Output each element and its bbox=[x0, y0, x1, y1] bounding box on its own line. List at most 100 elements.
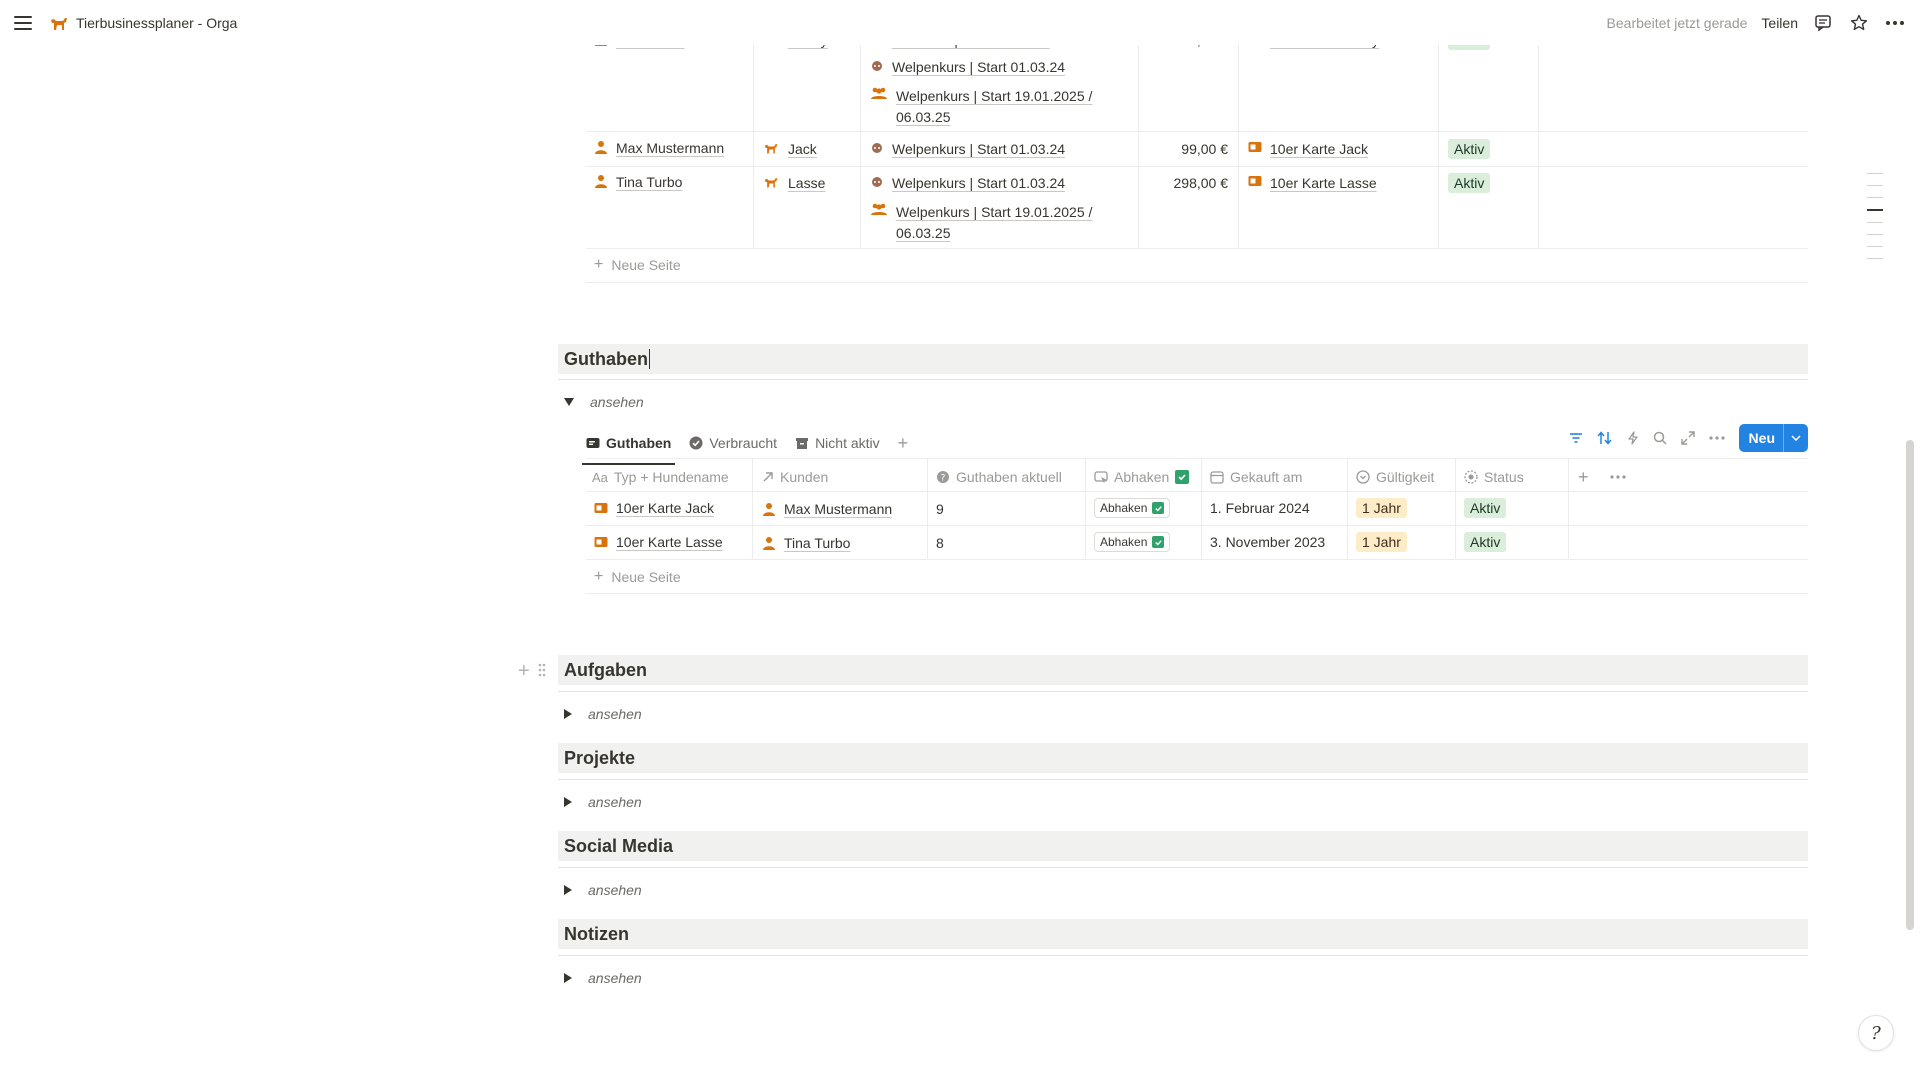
toggle-aufgaben[interactable]: ansehen bbox=[564, 706, 642, 722]
breadcrumb-title[interactable]: Tierbusinessplaner - Orga bbox=[76, 15, 237, 31]
add-column-button[interactable]: + bbox=[1578, 462, 1589, 492]
heading-aufgaben[interactable]: Aufgaben bbox=[558, 655, 1808, 685]
course-cell[interactable]: Welpenkurs | Start 01.03.24 bbox=[870, 141, 1065, 157]
card-title[interactable]: 10er Karte Lasse bbox=[616, 534, 723, 550]
add-view-button[interactable]: + bbox=[898, 428, 909, 458]
heading-text[interactable]: Notizen bbox=[564, 924, 629, 945]
dog-name[interactable]: Jack bbox=[788, 141, 817, 157]
abhaken-label: Abhaken bbox=[1100, 535, 1148, 549]
toc-line-current[interactable] bbox=[1867, 209, 1883, 211]
validity-cell: 1 Jahr bbox=[1356, 492, 1407, 524]
toggle-closed-icon[interactable] bbox=[564, 709, 572, 719]
col-header-gekauft[interactable]: Gekauft am bbox=[1210, 462, 1302, 492]
drag-handle-icon[interactable] bbox=[538, 663, 546, 680]
more-icon[interactable] bbox=[1708, 436, 1725, 440]
block-handle[interactable]: + bbox=[518, 660, 546, 683]
heading-guthaben[interactable]: Guthaben bbox=[558, 344, 1808, 374]
toggle-projekte[interactable]: ansehen bbox=[564, 794, 642, 810]
toc-line[interactable] bbox=[1867, 222, 1883, 223]
course-link[interactable]: Welpenkurs | Start 01.03.24 bbox=[892, 59, 1065, 75]
help-button[interactable]: ? bbox=[1858, 1015, 1894, 1051]
heading-text[interactable]: Aufgaben bbox=[564, 660, 647, 681]
dog-cell[interactable]: Lasse bbox=[762, 175, 825, 191]
col-header-guthaben[interactable]: ? Guthaben aktuell bbox=[936, 462, 1062, 492]
customer-name[interactable]: Tina Turbo bbox=[616, 174, 682, 190]
toggle-social-media[interactable]: ansehen bbox=[564, 882, 642, 898]
star-icon[interactable] bbox=[1848, 12, 1870, 34]
toggle-closed-icon[interactable] bbox=[564, 885, 572, 895]
col-header-kunden[interactable]: Kunden bbox=[762, 462, 828, 492]
expand-icon[interactable] bbox=[1680, 431, 1695, 445]
col-header-abhaken[interactable]: Abhaken bbox=[1094, 462, 1190, 492]
customer-name[interactable]: Tina Turbo bbox=[784, 535, 850, 551]
card-cell[interactable]: 10er Karte Lasse bbox=[1248, 175, 1377, 191]
toc-line[interactable] bbox=[1867, 185, 1883, 186]
col-header-gueltigkeit[interactable]: Gültigkeit bbox=[1356, 462, 1434, 492]
more-icon[interactable] bbox=[1884, 12, 1906, 34]
course-cell[interactable]: Welpenkurs | Start 01.03.24 bbox=[870, 59, 1065, 75]
heading-text[interactable]: Guthaben bbox=[564, 349, 648, 370]
heading-notizen[interactable]: Notizen bbox=[558, 919, 1808, 949]
customer-name[interactable]: Max Mustermann bbox=[616, 140, 724, 156]
toc-line[interactable] bbox=[1867, 258, 1883, 259]
menu-icon[interactable] bbox=[14, 15, 32, 30]
abhaken-button[interactable]: Abhaken bbox=[1094, 532, 1171, 552]
course-cell[interactable]: Welpenkurs | Start 19.01.2025 / 06.03.25 bbox=[870, 202, 1125, 244]
toc-line[interactable] bbox=[1867, 197, 1883, 198]
new-page-button[interactable]: + Neue Seite bbox=[594, 256, 681, 274]
card-title[interactable]: 10er Karte Jack bbox=[616, 500, 714, 516]
toc-line[interactable] bbox=[1867, 246, 1883, 247]
customer-name[interactable]: Max Mustermann bbox=[784, 501, 892, 517]
heading-text[interactable]: Projekte bbox=[564, 748, 635, 769]
lightning-icon[interactable] bbox=[1627, 431, 1639, 445]
table-row[interactable]: 10er Karte Jack bbox=[594, 492, 714, 524]
share-button[interactable]: Teilen bbox=[1761, 15, 1798, 31]
card-link[interactable]: 10er Karte Jack bbox=[1270, 141, 1368, 157]
col-header-typ[interactable]: Aa Typ + Hundename bbox=[592, 462, 729, 492]
heading-text[interactable]: Social Media bbox=[564, 836, 673, 857]
course-link[interactable]: Welpenkurs | Start 01.03.24 bbox=[892, 141, 1065, 157]
tab-verbraucht[interactable]: Verbraucht bbox=[689, 428, 777, 458]
customer-cell[interactable]: Max Mustermann bbox=[762, 493, 892, 525]
toggle-guthaben[interactable]: ansehen bbox=[564, 394, 644, 410]
table-row[interactable]: 10er Karte Lasse bbox=[594, 526, 723, 558]
scrollbar-thumb[interactable] bbox=[1906, 440, 1914, 930]
col-header-status[interactable]: Status bbox=[1464, 462, 1524, 492]
table-row[interactable]: Tina Turbo bbox=[594, 174, 682, 190]
chevron-down-icon[interactable] bbox=[1783, 424, 1808, 452]
course-link[interactable]: Welpenkurs | Start 19.01.2025 / 06.03.25 bbox=[896, 86, 1125, 128]
col-divider bbox=[753, 38, 754, 248]
toggle-closed-icon[interactable] bbox=[564, 973, 572, 983]
table-of-contents[interactable] bbox=[1867, 173, 1883, 259]
column-options-button[interactable] bbox=[1610, 462, 1626, 492]
new-entry-button[interactable]: Neu bbox=[1738, 424, 1808, 452]
filter-icon[interactable] bbox=[1569, 432, 1583, 444]
new-entry-label[interactable]: Neu bbox=[1739, 424, 1783, 452]
heading-social-media[interactable]: Social Media bbox=[558, 831, 1808, 861]
course-cell[interactable]: Welpenkurs | Start 19.01.2025 / 06.03.25 bbox=[870, 86, 1125, 128]
plus-icon[interactable]: + bbox=[518, 660, 530, 683]
tab-guthaben[interactable]: Guthaben bbox=[581, 428, 676, 465]
new-page-button[interactable]: + Neue Seite bbox=[594, 568, 681, 586]
table-row[interactable]: Max Mustermann bbox=[594, 140, 724, 156]
abhaken-button[interactable]: Abhaken bbox=[1094, 498, 1171, 518]
toggle-open-icon[interactable] bbox=[564, 398, 574, 406]
tab-nicht-aktiv[interactable]: Nicht aktiv bbox=[795, 428, 880, 458]
person-icon bbox=[594, 174, 608, 188]
sort-icon[interactable] bbox=[1596, 431, 1613, 445]
course-cell[interactable]: Welpenkurs | Start 01.03.24 bbox=[870, 175, 1065, 191]
toggle-closed-icon[interactable] bbox=[564, 797, 572, 807]
toc-line[interactable] bbox=[1867, 234, 1883, 235]
customer-cell[interactable]: Tina Turbo bbox=[762, 527, 850, 559]
toggle-notizen[interactable]: ansehen bbox=[564, 970, 642, 986]
card-cell[interactable]: 10er Karte Jack bbox=[1248, 141, 1368, 157]
heading-projekte[interactable]: Projekte bbox=[558, 743, 1808, 773]
course-link[interactable]: Welpenkurs | Start 01.03.24 bbox=[892, 175, 1065, 191]
search-icon[interactable] bbox=[1653, 431, 1667, 445]
dog-cell[interactable]: Jack bbox=[762, 141, 817, 157]
toc-line[interactable] bbox=[1867, 173, 1883, 174]
card-link[interactable]: 10er Karte Lasse bbox=[1270, 175, 1377, 191]
comment-icon[interactable] bbox=[1812, 12, 1834, 34]
course-link[interactable]: Welpenkurs | Start 19.01.2025 / 06.03.25 bbox=[896, 202, 1125, 244]
dog-name[interactable]: Lasse bbox=[788, 175, 825, 191]
